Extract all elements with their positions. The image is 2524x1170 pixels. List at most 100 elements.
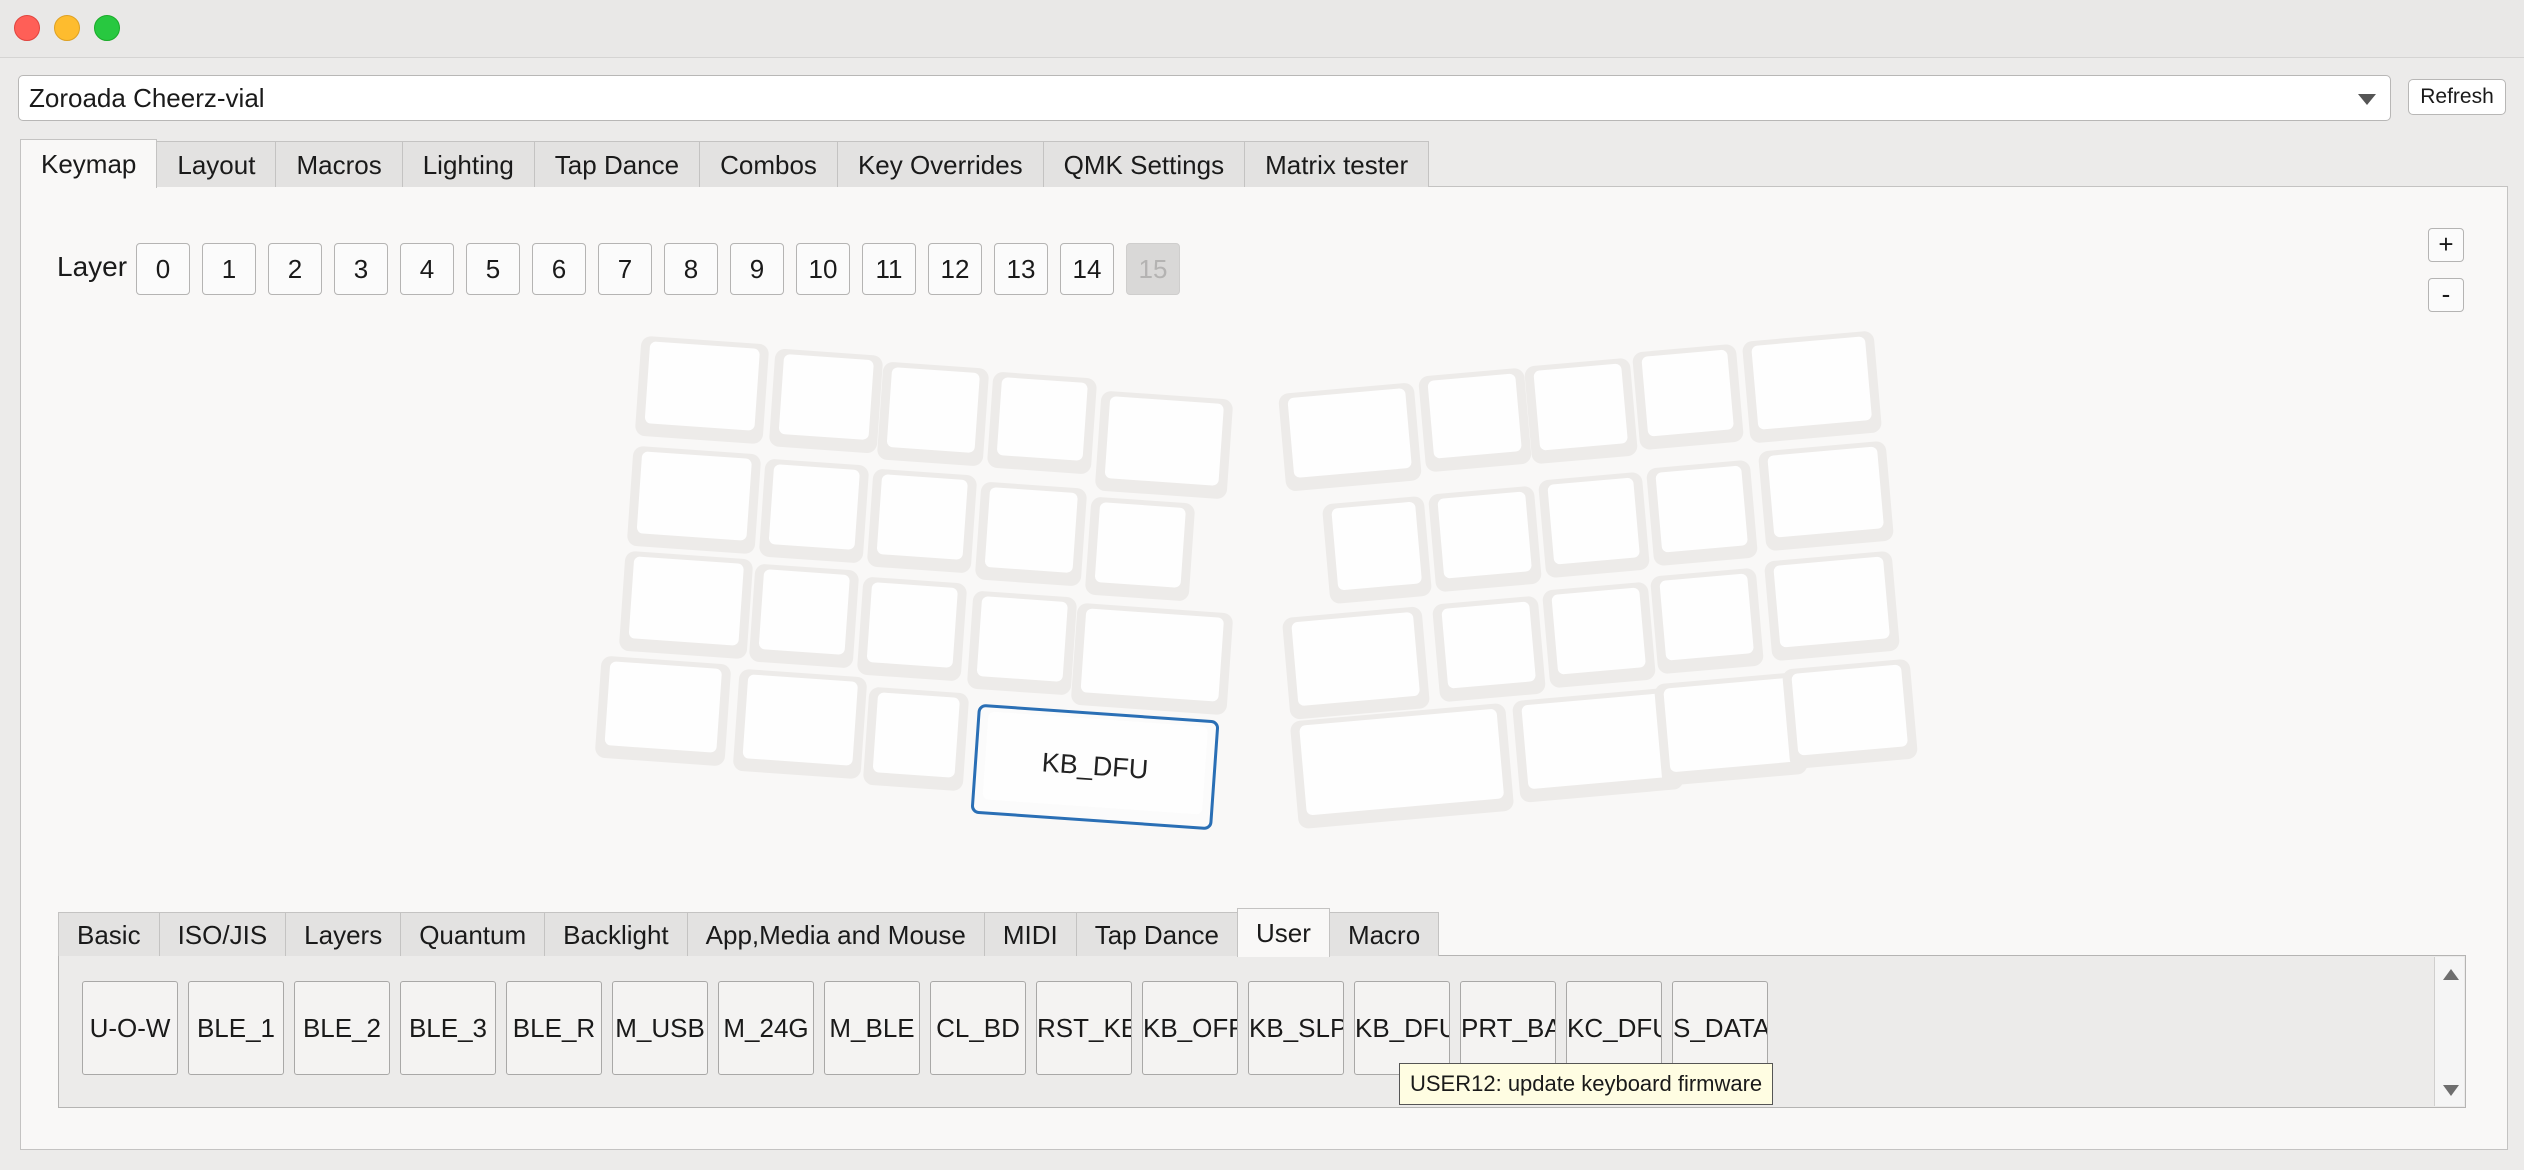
layer-button-6[interactable]: 6 [532, 243, 586, 295]
keymap-key[interactable] [866, 468, 978, 574]
keymap-key[interactable] [1094, 390, 1234, 500]
keymap-key[interactable] [1631, 343, 1745, 451]
keymap-key[interactable] [1281, 606, 1431, 720]
keymap-key[interactable] [1418, 367, 1532, 473]
tab-keymap[interactable]: Keymap [20, 139, 158, 188]
keymap-key[interactable] [974, 481, 1088, 587]
keymap-key[interactable] [1084, 496, 1196, 602]
keycode-button[interactable]: BLE_2 [294, 981, 390, 1075]
tab-layout[interactable]: Layout [156, 141, 277, 187]
tab-user[interactable]: User [1237, 908, 1330, 957]
tab-app-media-mouse[interactable]: App,Media and Mouse [686, 912, 985, 956]
tab-quantum[interactable]: Quantum [400, 912, 546, 956]
keymap-key[interactable] [758, 458, 870, 564]
keycode-scrollbar[interactable] [2434, 957, 2464, 1106]
keycode-button[interactable]: BLE_1 [188, 981, 284, 1075]
layer-button-2[interactable]: 2 [268, 243, 322, 295]
zoom-window-button[interactable] [94, 15, 120, 41]
keymap-key[interactable] [1277, 382, 1423, 492]
tab-tap-dance-keycodes[interactable]: Tap Dance [1075, 912, 1239, 956]
keymap-key[interactable] [1321, 495, 1433, 605]
keycode-button[interactable]: PRT_BAT [1460, 981, 1556, 1075]
keymap-key[interactable] [1763, 550, 1901, 662]
layer-button-5[interactable]: 5 [466, 243, 520, 295]
keycode-button[interactable]: BLE_3 [400, 981, 496, 1075]
minimize-window-button[interactable] [54, 15, 80, 41]
keycode-button[interactable]: KC_DFU [1566, 981, 1662, 1075]
keymap-key[interactable] [1649, 567, 1765, 675]
keymap-key[interactable] [1781, 658, 1919, 770]
tab-basic[interactable]: Basic [58, 912, 160, 956]
keymap-key[interactable] [862, 686, 970, 792]
scroll-up-arrow-icon[interactable] [2443, 969, 2459, 980]
tab-tap-dance[interactable]: Tap Dance [533, 141, 701, 187]
keymap-key[interactable] [1645, 459, 1759, 567]
keymap-key[interactable] [876, 361, 990, 467]
layer-button-8[interactable]: 8 [664, 243, 718, 295]
keymap-key[interactable] [1431, 595, 1547, 703]
close-window-button[interactable] [14, 15, 40, 41]
tab-macro[interactable]: Macro [1328, 912, 1440, 956]
tab-layers[interactable]: Layers [285, 912, 402, 956]
tab-midi[interactable]: MIDI [983, 912, 1077, 956]
layer-button-11[interactable]: 11 [862, 243, 916, 295]
keycode-tooltip: USER12: update keyboard firmware [1399, 1063, 1774, 1105]
layer-button-1[interactable]: 1 [202, 243, 256, 295]
layer-button-4[interactable]: 4 [400, 243, 454, 295]
tab-macros[interactable]: Macros [275, 141, 403, 187]
keycap-face [1791, 664, 1909, 756]
keymap-key[interactable] [768, 348, 884, 454]
layer-button-3[interactable]: 3 [334, 243, 388, 295]
keycode-button[interactable]: RST_KB [1036, 981, 1132, 1075]
layer-button-14[interactable]: 14 [1060, 243, 1114, 295]
keymap-key[interactable] [856, 576, 968, 682]
keymap-key[interactable] [618, 550, 754, 660]
keycode-button[interactable]: U-O-W [82, 981, 178, 1075]
keymap-key[interactable] [634, 335, 770, 445]
layer-button-13[interactable]: 13 [994, 243, 1048, 295]
keyboard-select[interactable]: Zoroada Cheerz-vial [18, 75, 2391, 121]
refresh-button[interactable]: Refresh [2408, 79, 2506, 115]
tab-combos[interactable]: Combos [699, 141, 838, 187]
keycode-button[interactable]: S_DATA [1672, 981, 1768, 1075]
tab-lighting[interactable]: Lighting [401, 141, 535, 187]
selected-key[interactable]: KB_DFU [970, 703, 1220, 831]
keycode-button[interactable]: KB_OFF [1142, 981, 1238, 1075]
tab-backlight[interactable]: Backlight [544, 912, 688, 956]
scroll-down-arrow-icon[interactable] [2443, 1085, 2459, 1096]
keymap-key[interactable] [1427, 485, 1543, 593]
keymap-key[interactable] [1537, 471, 1651, 579]
keycode-button[interactable]: KB_SLP [1248, 981, 1344, 1075]
keymap-key[interactable] [626, 445, 762, 555]
keymap-key[interactable] [748, 563, 860, 669]
keycap-face [768, 464, 860, 550]
keycode-button[interactable]: KB_DFU [1354, 981, 1450, 1075]
keymap-key[interactable] [966, 590, 1078, 696]
keymap-key[interactable] [986, 371, 1098, 475]
keycode-button[interactable]: M_24G [718, 981, 814, 1075]
zoom-in-button[interactable]: + [2428, 228, 2464, 262]
keycode-button[interactable]: CL_BD [930, 981, 1026, 1075]
keycode-button[interactable]: BLE_R [506, 981, 602, 1075]
keycap-face [866, 582, 958, 668]
keycode-button[interactable]: M_USB [612, 981, 708, 1075]
zoom-out-button[interactable]: - [2428, 278, 2464, 312]
keymap-key[interactable] [1523, 357, 1639, 465]
layer-button-12[interactable]: 12 [928, 243, 982, 295]
layer-button-10[interactable]: 10 [796, 243, 850, 295]
keymap-key[interactable] [1757, 440, 1895, 552]
keymap-key[interactable] [1289, 702, 1515, 830]
tab-iso-jis[interactable]: ISO/JIS [158, 912, 287, 956]
tab-qmk-settings[interactable]: QMK Settings [1042, 141, 1246, 187]
keymap-key[interactable] [732, 668, 868, 780]
keymap-key[interactable] [1541, 581, 1657, 689]
keymap-key[interactable] [594, 655, 732, 767]
keymap-key[interactable] [1741, 330, 1883, 444]
layer-button-0[interactable]: 0 [136, 243, 190, 295]
tab-matrix-tester[interactable]: Matrix tester [1244, 141, 1430, 187]
layer-button-7[interactable]: 7 [598, 243, 652, 295]
layer-button-9[interactable]: 9 [730, 243, 784, 295]
keycode-button[interactable]: M_BLE [824, 981, 920, 1075]
keymap-key[interactable] [1070, 602, 1234, 716]
tab-key-overrides[interactable]: Key Overrides [836, 141, 1044, 187]
